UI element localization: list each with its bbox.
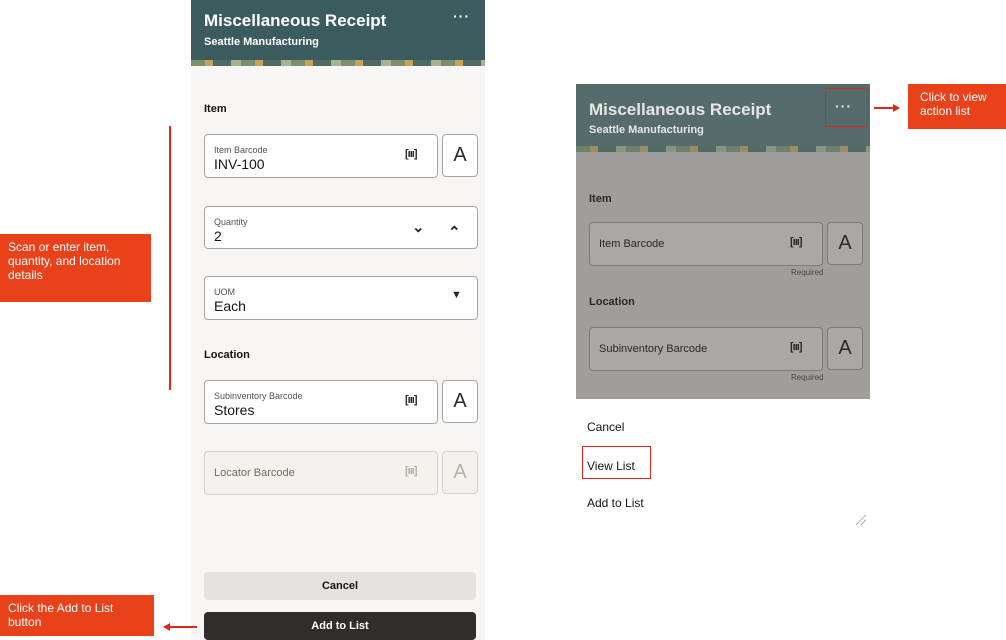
subinventory-placeholder: Subinventory Barcode <box>599 343 708 355</box>
uom-value: Each <box>214 298 246 314</box>
barcode-scan-icon[interactable]: [ııı] <box>790 236 802 248</box>
uom-label: UOM <box>214 287 235 297</box>
arrow-head-icon <box>893 104 900 112</box>
item-barcode-placeholder: Item Barcode <box>599 238 665 250</box>
callout-scan: Scan or enter item, quantity, and locati… <box>0 234 151 302</box>
page-title: Miscellaneous Receipt <box>204 11 387 30</box>
callout-action-list: Click to view action list <box>908 84 1006 129</box>
locator-placeholder: Locator Barcode <box>214 467 295 479</box>
quantity-stepper[interactable]: Quantity 2 ⌄ ⌃ <box>204 206 478 249</box>
header-pattern <box>576 146 870 152</box>
menu-item-add-to-list[interactable]: Add to List <box>587 496 644 510</box>
item-barcode-label: Item Barcode <box>214 145 268 155</box>
text-input-toggle-icon[interactable]: A <box>827 222 863 265</box>
barcode-scan-icon: [ııı] <box>405 465 417 477</box>
subinventory-barcode-field[interactable]: Subinventory Barcode Stores [ııı] <box>204 380 438 424</box>
required-hint: Required <box>791 268 824 277</box>
barcode-scan-icon[interactable]: [ııı] <box>405 148 417 160</box>
subinventory-barcode-field[interactable]: Subinventory Barcode [ııı] <box>589 327 823 371</box>
dropdown-caret-icon[interactable]: ▼ <box>451 289 462 301</box>
resize-handle-icon[interactable] <box>856 515 866 525</box>
left-phone-screen: Miscellaneous Receipt Seattle Manufactur… <box>191 0 485 640</box>
header-pattern <box>191 60 485 66</box>
highlight-ellipsis <box>825 88 868 127</box>
item-barcode-field[interactable]: Item Barcode [ııı] <box>589 222 823 266</box>
quantity-label: Quantity <box>214 217 248 227</box>
text-input-toggle-icon[interactable]: A <box>442 134 478 177</box>
text-input-toggle-icon[interactable]: A <box>827 327 863 370</box>
app-header: Miscellaneous Receipt Seattle Manufactur… <box>191 0 485 66</box>
page-title: Miscellaneous Receipt <box>589 100 772 119</box>
barcode-scan-icon[interactable]: [ııı] <box>405 394 417 406</box>
quantity-value: 2 <box>214 228 222 244</box>
section-location-heading: Location <box>204 349 250 361</box>
highlight-view-list <box>582 446 651 479</box>
item-barcode-field[interactable]: Item Barcode INV-100 [ııı] <box>204 134 438 178</box>
org-subtitle: Seattle Manufacturing <box>204 36 319 48</box>
locator-barcode-field[interactable]: Locator Barcode [ııı] <box>204 451 438 495</box>
barcode-scan-icon[interactable]: [ııı] <box>790 341 802 353</box>
chevron-down-icon[interactable]: ⌄ <box>412 218 425 236</box>
text-input-toggle-icon[interactable]: A <box>442 380 478 423</box>
item-barcode-value: INV-100 <box>214 156 265 172</box>
arrow-line <box>874 107 895 109</box>
org-subtitle: Seattle Manufacturing <box>589 124 704 136</box>
uom-select[interactable]: UOM Each ▼ <box>204 276 478 320</box>
ellipsis-icon[interactable]: ··· <box>453 8 470 24</box>
bracket-line <box>169 126 171 390</box>
add-to-list-button[interactable]: Add to List <box>204 612 476 640</box>
subinventory-label: Subinventory Barcode <box>214 391 303 401</box>
required-hint: Required <box>791 373 824 382</box>
section-location-heading: Location <box>589 296 635 308</box>
arrow-line <box>169 626 197 628</box>
text-input-toggle-icon: A <box>442 451 478 494</box>
section-item-heading: Item <box>204 103 227 115</box>
section-item-heading: Item <box>589 193 612 205</box>
callout-add-to-list: Click the Add to List button <box>0 595 154 636</box>
menu-item-cancel[interactable]: Cancel <box>587 420 624 434</box>
right-phone-screen: Miscellaneous Receipt Seattle Manufactur… <box>576 84 870 399</box>
chevron-up-icon[interactable]: ⌃ <box>448 223 461 241</box>
cancel-button[interactable]: Cancel <box>204 572 476 600</box>
subinventory-value: Stores <box>214 402 255 418</box>
